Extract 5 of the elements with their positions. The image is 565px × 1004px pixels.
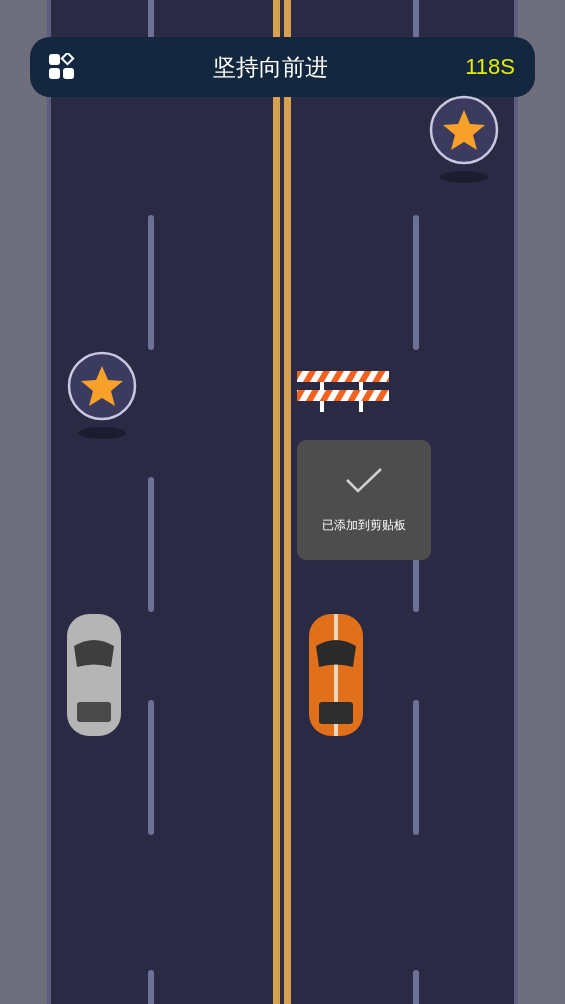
toast-message: 已添加到剪贴板 xyxy=(322,517,406,534)
countdown-timer: 118S xyxy=(465,54,515,80)
game-title: 坚持向前进 xyxy=(212,52,330,82)
apps-icon[interactable] xyxy=(48,53,76,81)
checkmark-icon xyxy=(345,467,383,493)
